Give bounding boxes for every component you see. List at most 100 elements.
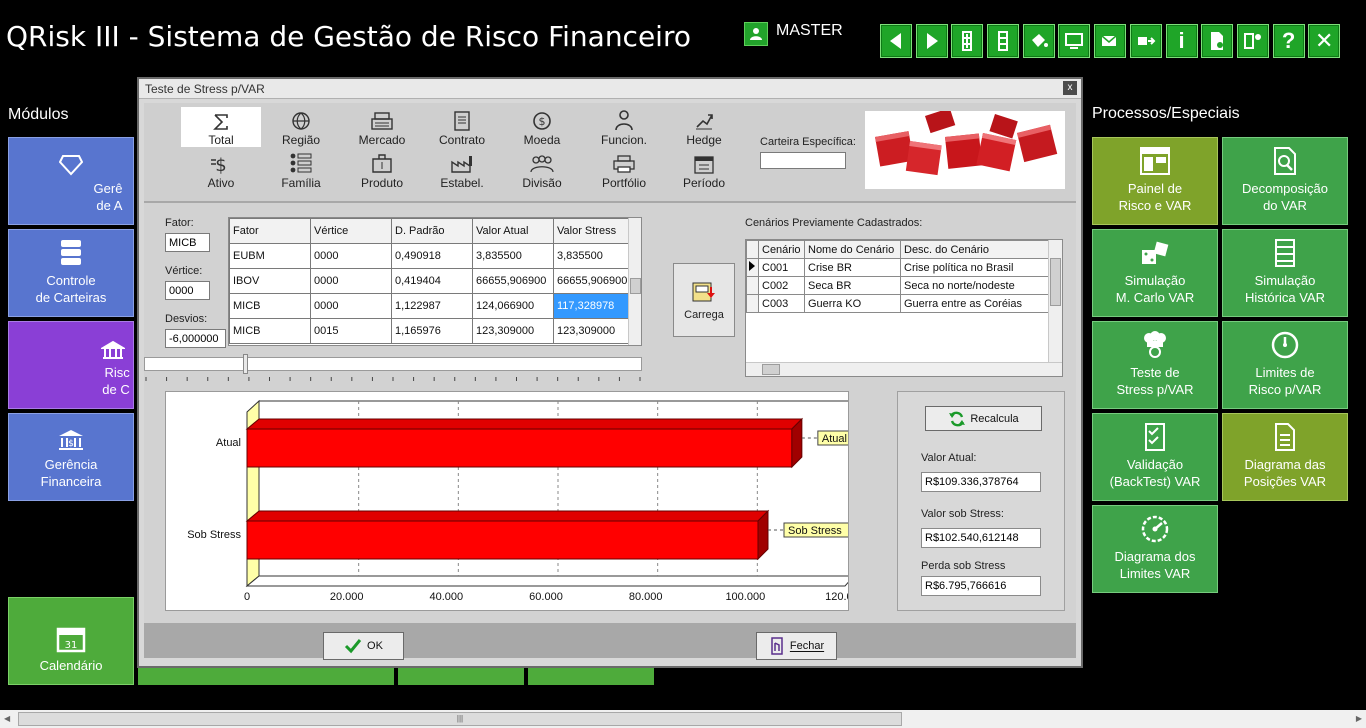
recalcula-button[interactable]: Recalcula bbox=[925, 406, 1042, 431]
forward-button[interactable] bbox=[915, 24, 948, 58]
tile-painel-risco-var[interactable]: Painel de Risco e VAR bbox=[1092, 137, 1218, 225]
grid-cell[interactable]: C003 bbox=[758, 294, 805, 313]
grid-cell[interactable]: Seca BR bbox=[804, 276, 901, 295]
grid-cell[interactable]: 66655,906900 bbox=[472, 268, 554, 294]
table-row[interactable]: EUBM 0000 0,490918 3,835500 3,835500 bbox=[229, 243, 634, 269]
category-periodo[interactable]: Período bbox=[664, 150, 744, 190]
grid-cell[interactable]: 0000 bbox=[310, 293, 392, 319]
paint-button[interactable] bbox=[1022, 24, 1055, 58]
grid-scrollbar[interactable] bbox=[628, 218, 641, 345]
help-button[interactable]: ? bbox=[1272, 24, 1305, 58]
category-produto[interactable]: Produto bbox=[342, 150, 422, 190]
column-header[interactable]: Cenário bbox=[758, 240, 805, 259]
column-header[interactable]: Fator bbox=[229, 218, 311, 244]
table-row[interactable]: C001 Crise BR Crise política no Brasil bbox=[746, 258, 1051, 277]
category-total[interactable]: Total bbox=[181, 107, 261, 147]
desvios-input[interactable] bbox=[165, 329, 226, 348]
category-ativo[interactable]: $ Ativo bbox=[181, 150, 261, 190]
category-hedge[interactable]: Hedge bbox=[664, 107, 744, 147]
export-button[interactable] bbox=[1129, 24, 1162, 58]
tile-calendario[interactable]: 31 Calendário bbox=[8, 597, 134, 685]
grid-cell[interactable]: 3,835500 bbox=[472, 243, 554, 269]
scrollbar-thumb[interactable] bbox=[1050, 258, 1061, 306]
grid-cell[interactable]: Guerra entre as Coréias bbox=[900, 294, 1051, 313]
grid-cell[interactable]: 123,309000 bbox=[472, 318, 554, 344]
grid-cell[interactable]: 124,066900 bbox=[472, 293, 554, 319]
tile-simulacao-mcarlo[interactable]: Simulação M. Carlo VAR bbox=[1092, 229, 1218, 317]
carrega-button[interactable]: Carrega bbox=[673, 263, 735, 337]
column-header[interactable]: Desc. do Cenário bbox=[900, 240, 1051, 259]
category-mercado[interactable]: Mercado bbox=[342, 107, 422, 147]
grid-cell[interactable]: 3,835500 bbox=[553, 243, 634, 269]
tile-gerencia-financeira[interactable]: $ Gerência Financeira bbox=[8, 413, 134, 501]
grid-cell[interactable]: IBOV bbox=[229, 268, 311, 294]
info-button[interactable]: i bbox=[1165, 24, 1198, 58]
column-header[interactable]: Vértice bbox=[310, 218, 392, 244]
exit-button[interactable]: ✕ bbox=[1308, 24, 1341, 58]
table-row[interactable]: MICB 0000 1,122987 124,066900 117,328978 bbox=[229, 293, 634, 319]
grid-cell[interactable]: Seca no norte/nodeste bbox=[900, 276, 1051, 295]
table-row[interactable]: IBOV 0000 0,419404 66655,906900 66655,90… bbox=[229, 268, 634, 294]
grid-cell[interactable]: MICB bbox=[229, 318, 311, 344]
tile-controle-carteiras[interactable]: Controle de Carteiras bbox=[8, 229, 134, 317]
tile-validacao-backtest[interactable]: Validação (BackTest) VAR bbox=[1092, 413, 1218, 501]
tile-diagrama-posicoes[interactable]: Diagrama das Posições VAR bbox=[1222, 413, 1348, 501]
grid-cell[interactable]: 66655,906900 bbox=[553, 268, 634, 294]
tile-diagrama-limites[interactable]: Diagrama dos Limites VAR bbox=[1092, 505, 1218, 593]
perda-field[interactable]: R$6.795,766616 bbox=[921, 576, 1041, 596]
settings-button[interactable] bbox=[1236, 24, 1269, 58]
desvios-slider-thumb[interactable] bbox=[243, 354, 248, 374]
grid-cell[interactable]: Crise política no Brasil bbox=[900, 258, 1051, 277]
scenarios-vscroll[interactable] bbox=[1048, 240, 1062, 362]
desvios-slider-track[interactable] bbox=[144, 357, 642, 371]
grid-cell[interactable]: C002 bbox=[758, 276, 805, 295]
fator-input[interactable] bbox=[165, 233, 210, 252]
fechar-button[interactable]: Fechar bbox=[756, 632, 837, 660]
category-contrato[interactable]: Contrato bbox=[422, 107, 502, 147]
grid-cell[interactable]: 0000 bbox=[310, 243, 392, 269]
grid-cell-selected[interactable]: 117,328978 bbox=[553, 293, 634, 319]
scrollbar-thumb[interactable] bbox=[762, 364, 780, 375]
grid-cell[interactable]: C001 bbox=[758, 258, 805, 277]
column-header[interactable]: D. Padrão bbox=[391, 218, 473, 244]
category-familia[interactable]: Família bbox=[261, 150, 341, 190]
valor-atual-field[interactable]: R$109.336,378764 bbox=[921, 472, 1041, 492]
category-portfolio[interactable]: Portfólio bbox=[584, 150, 664, 190]
expand-button[interactable] bbox=[951, 24, 984, 58]
category-regiao[interactable]: Região bbox=[261, 107, 341, 147]
dialog-titlebar[interactable]: Teste de Stress p/VAR x bbox=[139, 79, 1081, 99]
valor-stress-field[interactable]: R$102.540,612148 bbox=[921, 528, 1041, 548]
tile-limites-risco[interactable]: Limites de Risco p/VAR bbox=[1222, 321, 1348, 409]
scrollbar-thumb[interactable] bbox=[630, 278, 641, 294]
ok-button[interactable]: OK bbox=[323, 632, 404, 660]
category-divisao[interactable]: Divisão bbox=[502, 150, 582, 190]
column-header[interactable]: Nome do Cenário bbox=[804, 240, 901, 259]
back-button[interactable] bbox=[880, 24, 912, 58]
grid-cell[interactable]: 0015 bbox=[310, 318, 392, 344]
tile-teste-stress[interactable]: Teste de Stress p/VAR bbox=[1092, 321, 1218, 409]
horizontal-scrollbar[interactable]: ◀ ||| ▶ bbox=[0, 710, 1366, 728]
grid-cell[interactable]: Crise BR bbox=[804, 258, 901, 277]
category-moeda[interactable]: $ Moeda bbox=[502, 107, 582, 147]
vertice-input[interactable] bbox=[165, 281, 210, 300]
column-header[interactable]: Valor Stress bbox=[553, 218, 634, 244]
grid-cell[interactable]: 0,419404 bbox=[391, 268, 473, 294]
scenarios-hscroll[interactable] bbox=[746, 362, 1062, 376]
monitor-button[interactable] bbox=[1058, 24, 1091, 58]
table-row[interactable]: C003 Guerra KO Guerra entre as Coréias bbox=[746, 294, 1051, 313]
table-row[interactable]: MICB 0015 1,165976 123,309000 123,309000 bbox=[229, 318, 634, 344]
collapse-button[interactable] bbox=[987, 24, 1020, 58]
grid-cell[interactable]: 0,490918 bbox=[391, 243, 473, 269]
scrollbar-thumb[interactable]: ||| bbox=[18, 712, 902, 726]
scroll-right-icon[interactable]: ▶ bbox=[1356, 714, 1362, 723]
tile-risco-credito[interactable]: Risc de C bbox=[8, 321, 134, 409]
category-estabel[interactable]: Estabel. bbox=[422, 150, 502, 190]
grid-cell[interactable]: 123,309000 bbox=[553, 318, 634, 344]
grid-cell[interactable]: EUBM bbox=[229, 243, 311, 269]
tile-decomposicao-var[interactable]: Decomposição do VAR bbox=[1222, 137, 1348, 225]
carteira-input[interactable] bbox=[760, 152, 846, 169]
grid-cell[interactable]: Guerra KO bbox=[804, 294, 901, 313]
document-button[interactable] bbox=[1201, 24, 1234, 58]
table-row[interactable]: C002 Seca BR Seca no norte/nodeste bbox=[746, 276, 1051, 295]
grid-cell[interactable]: 0000 bbox=[310, 268, 392, 294]
